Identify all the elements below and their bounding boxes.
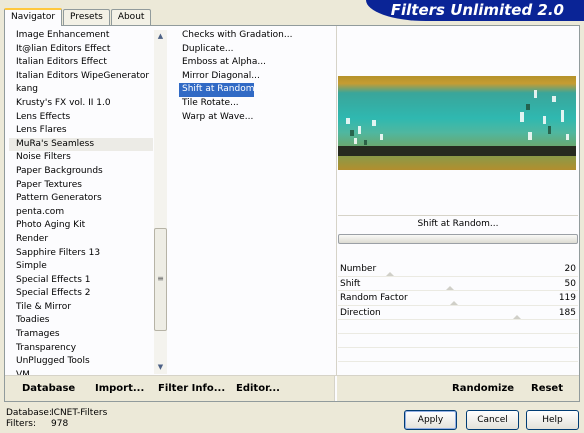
database-value: ICNET-Filters xyxy=(51,408,108,418)
param-number[interactable]: Number 20 xyxy=(338,262,578,277)
category-item[interactable]: penta.com xyxy=(9,206,153,220)
effect-preview-image xyxy=(338,76,576,170)
effect-name-button[interactable]: Shift at Random... xyxy=(338,215,578,232)
param-value: 119 xyxy=(558,293,576,303)
category-item[interactable]: Toadies xyxy=(9,314,153,328)
category-scrollbar[interactable]: ▲ ≡ ▼ xyxy=(154,30,167,374)
tab-strip: Navigator Presets About xyxy=(4,8,152,26)
empty-param-row xyxy=(338,362,578,376)
category-item[interactable]: Lens Flares xyxy=(9,124,153,138)
slider-marker-icon[interactable] xyxy=(446,286,454,290)
param-name: Direction xyxy=(340,307,381,318)
help-button[interactable]: Help xyxy=(526,410,579,430)
category-item[interactable]: Italian Editors WipeGenerator xyxy=(9,70,153,84)
param-name: Shift xyxy=(340,278,361,289)
preview-gold-band xyxy=(338,156,576,170)
category-item[interactable]: It@lian Editors Effect xyxy=(9,43,153,57)
param-shift[interactable]: Shift 50 xyxy=(338,277,578,291)
category-item[interactable]: Tramages xyxy=(9,328,153,342)
param-value: 185 xyxy=(558,307,576,318)
effect-item[interactable]: Checks with Gradation... xyxy=(179,29,331,43)
tab-navigator[interactable]: Navigator xyxy=(4,8,63,26)
database-label: Database: xyxy=(6,408,52,418)
scroll-up-arrow-icon[interactable]: ▲ xyxy=(154,30,167,43)
slider-marker-icon[interactable] xyxy=(450,300,458,305)
category-item[interactable]: Pattern Generators xyxy=(9,192,153,206)
app-banner: Filters Unlimited 2.0 xyxy=(366,0,584,21)
bottom-left-toolbar: Database Import... Filter Info... Editor… xyxy=(5,376,335,401)
category-item[interactable]: Italian Editors Effect xyxy=(9,56,153,70)
database-button[interactable]: Database xyxy=(22,376,75,401)
filters-label: Filters: xyxy=(6,419,37,429)
param-random-factor[interactable]: Random Factor 119 xyxy=(338,291,578,306)
category-item[interactable]: Simple xyxy=(9,260,153,274)
reset-button[interactable]: Reset xyxy=(531,376,563,401)
slider-marker-icon[interactable] xyxy=(513,315,521,319)
category-item-selected[interactable]: MuRa's Seamless xyxy=(9,137,153,152)
filters-count: 978 xyxy=(51,419,69,429)
scroll-grip-icon: ≡ xyxy=(157,274,164,283)
category-item[interactable]: Lens Effects xyxy=(9,111,153,125)
apply-button[interactable]: Apply xyxy=(404,410,457,430)
scroll-down-arrow-icon[interactable]: ▼ xyxy=(154,361,167,374)
param-name: Random Factor xyxy=(340,293,408,303)
category-item[interactable]: Transparency xyxy=(9,342,153,356)
empty-param-row xyxy=(338,334,578,348)
category-item[interactable]: Special Effects 2 xyxy=(9,287,153,301)
tab-about[interactable]: About xyxy=(110,9,152,25)
category-item[interactable]: Sapphire Filters 13 xyxy=(9,247,153,261)
param-direction[interactable]: Direction 185 xyxy=(338,306,578,320)
scroll-thumb[interactable]: ≡ xyxy=(154,228,167,331)
preview-dark-band xyxy=(338,146,576,156)
slider-marker-icon[interactable] xyxy=(386,271,394,276)
category-item[interactable]: Krusty's FX vol. II 1.0 xyxy=(9,97,153,111)
empty-param-row xyxy=(338,320,578,334)
bottom-right-toolbar: Randomize Reset xyxy=(337,376,579,401)
param-value: 20 xyxy=(564,264,576,274)
param-name: Number xyxy=(340,264,377,274)
filter-category-list[interactable]: Image Enhancement It@lian Editors Effect… xyxy=(9,29,153,375)
panel-divider xyxy=(336,26,337,375)
effect-item[interactable]: Tile Rotate... xyxy=(179,97,331,111)
category-item[interactable]: Paper Backgrounds xyxy=(9,165,153,179)
category-item[interactable]: Tile & Mirror xyxy=(9,301,153,315)
category-item[interactable]: Special Effects 1 xyxy=(9,274,153,288)
empty-param-row xyxy=(338,348,578,362)
filter-info-button[interactable]: Filter Info... xyxy=(158,376,225,401)
category-item[interactable]: Noise Filters xyxy=(9,151,153,165)
param-value: 50 xyxy=(564,278,576,289)
category-item[interactable]: kang xyxy=(9,83,153,97)
effect-item[interactable]: Mirror Diagonal... xyxy=(179,70,331,84)
cancel-button[interactable]: Cancel xyxy=(466,410,519,430)
effect-item[interactable]: Warp at Wave... xyxy=(179,111,331,125)
tab-presets[interactable]: Presets xyxy=(63,9,110,25)
editor-button[interactable]: Editor... xyxy=(236,376,280,401)
effect-item-selected[interactable]: Shift at Random... xyxy=(179,83,263,97)
effect-item[interactable]: Emboss at Alpha... xyxy=(179,56,331,70)
category-item[interactable]: UnPlugged Tools xyxy=(9,355,153,369)
category-item[interactable]: Paper Textures xyxy=(9,179,153,193)
effect-item[interactable]: Duplicate... xyxy=(179,43,331,57)
category-item[interactable]: Render xyxy=(9,233,153,247)
category-item[interactable]: Photo Aging Kit xyxy=(9,219,153,233)
navigator-panel: Image Enhancement It@lian Editors Effect… xyxy=(4,25,580,402)
progress-bar xyxy=(338,234,578,244)
import-button[interactable]: Import... xyxy=(95,376,144,401)
randomize-button[interactable]: Randomize xyxy=(452,376,514,401)
effects-list[interactable]: Checks with Gradation... Duplicate... Em… xyxy=(179,29,331,124)
status-info: Database:ICNET-Filters Filters: 978 xyxy=(6,408,107,430)
parameter-list: Number 20 Shift 50 Random Factor 119 Dir… xyxy=(338,262,578,376)
category-item[interactable]: Image Enhancement xyxy=(9,29,153,43)
